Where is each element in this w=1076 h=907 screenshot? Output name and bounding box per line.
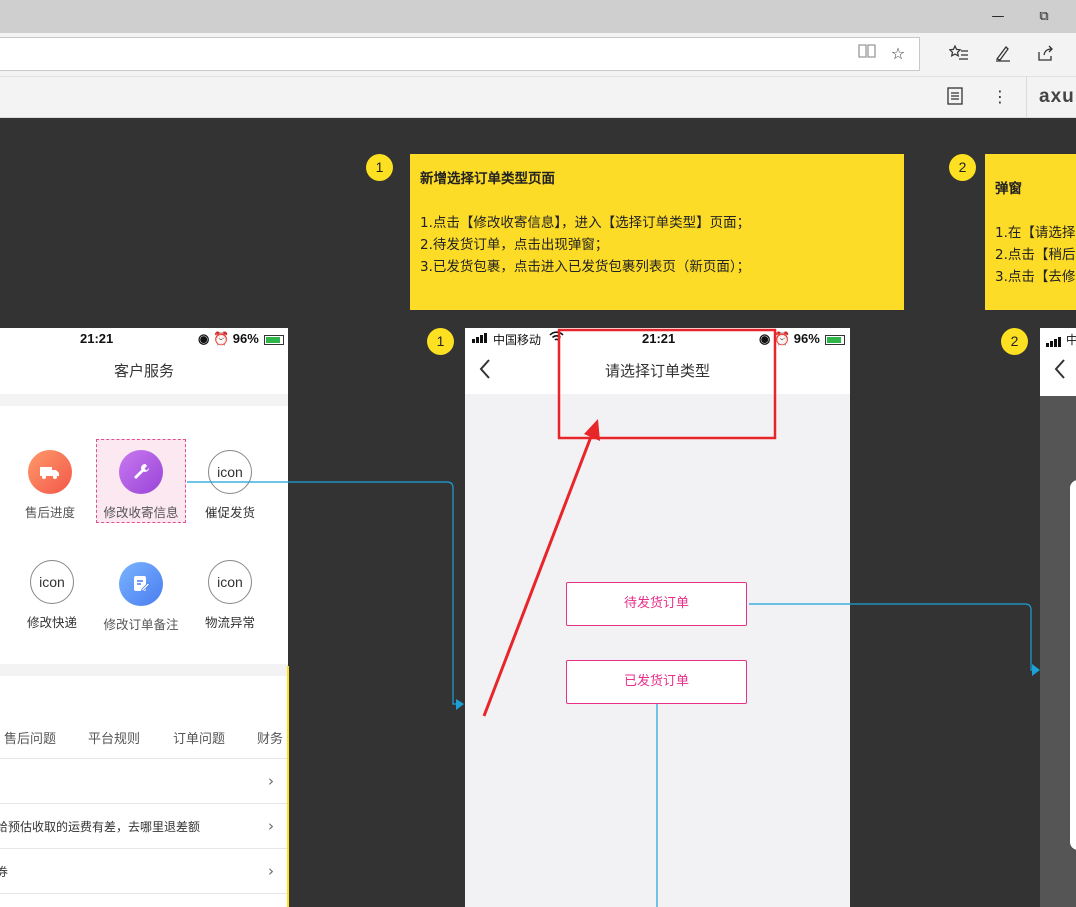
select-order-type-screen: 中国移动 21:21 ◉ ⏰ 96% 请选择订单类型 待发货订单 已发货订单: [465, 328, 850, 907]
battery-icon: [825, 334, 846, 345]
func-modify-order-note[interactable]: 修改订单备注: [98, 562, 184, 633]
note-title: 新增选择订单类型页面: [420, 171, 555, 187]
lock-rotation-icon: ◉: [198, 331, 210, 346]
func-label: 催促发货: [204, 505, 255, 520]
note-line: 3.已发货包裹，点击进入已发货包裹列表页（新页面）；: [420, 259, 751, 275]
func-modify-courier[interactable]: icon 修改快递: [22, 560, 82, 631]
func-label: 物流异常: [204, 615, 255, 630]
favorite-star-icon[interactable]: ☆: [887, 43, 909, 65]
page-title: 请选择订单类型: [604, 362, 710, 380]
reading-view-icon[interactable]: [856, 43, 878, 65]
chevron-right-icon: ›: [268, 862, 274, 880]
signal-icon: [1046, 332, 1064, 351]
back-arrow-icon[interactable]: [1054, 358, 1066, 384]
func-after-sale-progress[interactable]: 售后进度: [20, 450, 80, 521]
connector-arrowhead: [1032, 664, 1040, 676]
note-line: 2.待发货订单，点击出现弹窗；: [420, 237, 609, 253]
chevron-right-icon: ›: [268, 772, 274, 790]
carrier-name: 中: [1066, 333, 1076, 347]
screen-badge-1: 1: [427, 328, 454, 355]
func-label: 修改收寄信息: [103, 505, 179, 520]
favorites-hub-icon[interactable]: [948, 44, 970, 66]
prototype-canvas: 1 新增选择订单类型页面 1.点击【修改收寄信息】，进入【选择订单类型】页面； …: [0, 118, 1076, 907]
placeholder-icon: icon: [208, 560, 252, 604]
status-bar: 中国移动 21:21 ◉ ⏰ 96%: [465, 328, 850, 350]
window-titlebar: — ⧉: [0, 0, 1076, 33]
chevron-right-icon: ›: [268, 817, 274, 835]
note-line: 1.点击【修改收寄信息】，进入【选择订单类型】页面；: [420, 215, 751, 231]
note-title: 弹窗: [995, 181, 1022, 197]
func-urge-shipping[interactable]: icon 催促发货: [200, 450, 260, 521]
annotation-note-1: 新增选择订单类型页面 1.点击【修改收寄信息】，进入【选择订单类型】页面； 2.…: [410, 154, 904, 310]
note-line: 3.点击【去修: [995, 269, 1076, 285]
wifi-icon: [549, 331, 564, 346]
alarm-icon: ⏰: [773, 331, 791, 346]
restore-icon[interactable]: ⧉: [1034, 8, 1054, 26]
pending-shipment-order-button[interactable]: 待发货订单: [566, 582, 747, 626]
note-badge-1: 1: [366, 154, 393, 181]
signal-icon: [472, 332, 490, 346]
battery-percent: 96%: [232, 331, 259, 346]
pen-icon[interactable]: [992, 44, 1014, 66]
battery-icon: [264, 334, 285, 345]
func-label: 修改订单备注: [103, 617, 179, 632]
share-icon[interactable]: [1034, 44, 1056, 66]
tab-platform-rules[interactable]: 平台规则: [88, 728, 140, 747]
wrench-icon: [119, 450, 163, 494]
note-badge-2: 2: [949, 154, 976, 181]
faq-tabs: 售后问题 平台规则 订单问题 财务: [0, 728, 288, 748]
favorites-bar: ⋮: [0, 76, 1076, 118]
note-line: 1.在【请选择: [995, 225, 1076, 241]
func-label: 修改快递: [26, 615, 77, 630]
edit-note-icon: [119, 562, 163, 606]
annotation-note-2: 弹窗 1.在【请选择 2.点击【稍后 3.点击【去修: [985, 154, 1076, 310]
note-line: 2.点击【稍后: [995, 247, 1076, 263]
faq-row[interactable]: 券 ›: [0, 849, 288, 894]
reader-icon[interactable]: [944, 87, 966, 109]
screen-badge-2: 2: [1001, 328, 1028, 355]
status-time: 21:21: [80, 331, 114, 346]
placeholder-icon: icon: [30, 560, 74, 604]
carrier-name: 中国移动: [493, 333, 542, 347]
popup-screen: 中: [1040, 328, 1076, 907]
status-time: 21:21: [642, 331, 676, 346]
axure-extension-logo[interactable]: axu: [1026, 76, 1076, 118]
func-label: 售后进度: [24, 505, 75, 520]
address-bar[interactable]: ☆: [0, 37, 920, 71]
shipped-order-button[interactable]: 已发货订单: [566, 660, 747, 704]
placeholder-icon: icon: [208, 450, 252, 494]
popup-dialog: [1070, 480, 1076, 850]
alarm-icon: ⏰: [212, 331, 230, 346]
more-icon[interactable]: ⋮: [989, 86, 1011, 108]
truck-icon: [28, 450, 72, 494]
faq-row[interactable]: 给预估收取的运费有差，去哪里退差额 ›: [0, 804, 288, 849]
battery-percent: 96%: [793, 331, 820, 346]
customer-service-screen: 21:21 ◉ ⏰ 96% 客户服务 售后进度 修改收寄信息 icon 催促发货…: [0, 328, 288, 907]
tab-after-sale[interactable]: 售后问题: [4, 728, 56, 747]
func-modify-address[interactable]: 修改收寄信息: [96, 439, 186, 523]
faq-row[interactable]: ›: [0, 759, 288, 804]
func-logistics-exception[interactable]: icon 物流异常: [200, 560, 260, 631]
lock-rotation-icon: ◉: [759, 331, 771, 346]
page-title: 客户服务: [113, 362, 174, 380]
status-bar: 21:21 ◉ ⏰ 96%: [0, 328, 288, 350]
tab-finance[interactable]: 财务: [257, 728, 283, 747]
minimize-icon[interactable]: —: [988, 8, 1008, 26]
tab-order-issues[interactable]: 订单问题: [173, 728, 225, 747]
connector-arrowhead: [456, 699, 464, 710]
